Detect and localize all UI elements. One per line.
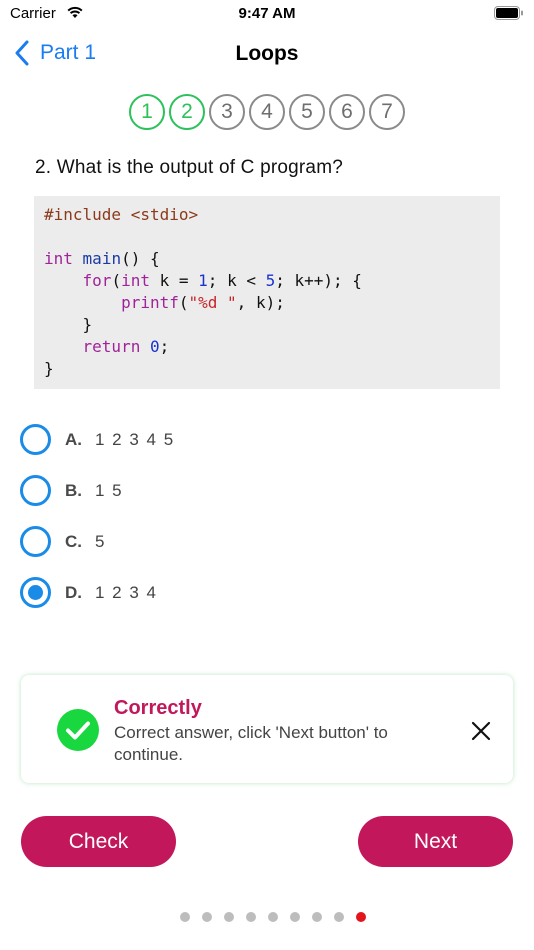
battery-icon [494,6,523,20]
question-progress-steps: 1234567 [0,94,534,130]
code-token: printf [121,293,179,312]
code-token: ; k < [207,271,266,290]
option-letter: C. [65,531,82,551]
step-indicator-5[interactable]: 5 [289,94,325,130]
code-token: k = [149,271,199,290]
page-dot[interactable] [334,912,344,922]
option-text: 1 2 3 4 5 [95,429,175,449]
code-line: int main() { [44,248,490,270]
feedback-toast: Correctly Correct answer, click 'Next bu… [21,675,513,783]
code-token: ; [159,337,170,356]
code-token: for [82,271,112,290]
feedback-message: Correct answer, click 'Next button' to c… [114,723,388,764]
option-letter: A. [65,429,82,449]
step-indicator-3[interactable]: 3 [209,94,245,130]
code-token: , k); [236,293,285,312]
code-token: 0 [149,337,160,356]
radio-button[interactable] [20,424,51,455]
code-token: ( [111,271,122,290]
page-dot[interactable] [180,912,190,922]
code-line: } [44,358,490,380]
code-line: printf("%d ", k); [44,292,490,314]
page-dot[interactable] [202,912,212,922]
page-dot[interactable] [290,912,300,922]
close-icon[interactable] [471,721,491,741]
page-dot[interactable] [312,912,322,922]
page-indicator [6,912,534,922]
code-line: return 0; [44,336,490,358]
code-token: ; k++); { [275,271,362,290]
feedback-title: Correctly [114,697,202,719]
question-text: 2. What is the output of C program? [35,157,343,178]
page-title: Loops [235,42,299,65]
code-token: int [121,271,150,290]
code-line: #include <stdio> [44,204,490,226]
answer-option[interactable]: C. 5 [20,516,500,567]
page-dot[interactable] [268,912,278,922]
radio-button[interactable] [20,475,51,506]
code-token: () { [121,249,160,268]
code-line: } [44,314,490,336]
clock: 9:47 AM [238,5,296,22]
check-button[interactable]: Check [21,816,176,867]
code-token: #include <stdio> [44,205,199,224]
code-token: 1 [198,271,208,290]
code-token: ( [178,293,189,312]
code-token: "%d " [188,293,237,312]
answer-option[interactable]: B. 1 5 [20,465,500,516]
navigation-bar: Part 1 Loops [0,28,534,84]
code-snippet: #include <stdio> int main() { for(int k … [34,196,500,389]
step-indicator-1[interactable]: 1 [129,94,165,130]
step-indicator-7[interactable]: 7 [369,94,405,130]
code-token: return [82,337,141,356]
code-token: } [44,359,54,378]
next-button[interactable]: Next [358,816,513,867]
option-text: 1 5 [95,480,124,500]
page-dot[interactable] [356,912,366,922]
option-letter: B. [65,480,82,500]
step-indicator-6[interactable]: 6 [329,94,365,130]
answer-option[interactable]: A. 1 2 3 4 5 [20,414,500,465]
status-bar: Carrier 9:47 AM [0,0,534,28]
step-indicator-4[interactable]: 4 [249,94,285,130]
option-text: 5 [95,531,106,551]
code-token: main [82,249,122,268]
answer-options: A. 1 2 3 4 5 B. 1 5 C. 5 D. 1 2 3 4 [20,414,500,618]
code-token: int [44,249,73,268]
code-token: } [44,315,93,334]
code-line: for(int k = 1; k < 5; k++); { [44,270,490,292]
check-circle-icon [57,709,99,751]
radio-button[interactable] [20,577,51,608]
step-indicator-2[interactable]: 2 [169,94,205,130]
page-dot[interactable] [224,912,234,922]
option-text: 1 2 3 4 [95,582,158,602]
answer-option[interactable]: D. 1 2 3 4 [20,567,500,618]
page-dot[interactable] [246,912,256,922]
radio-button[interactable] [20,526,51,557]
code-token: 5 [265,271,276,290]
option-letter: D. [65,582,82,602]
